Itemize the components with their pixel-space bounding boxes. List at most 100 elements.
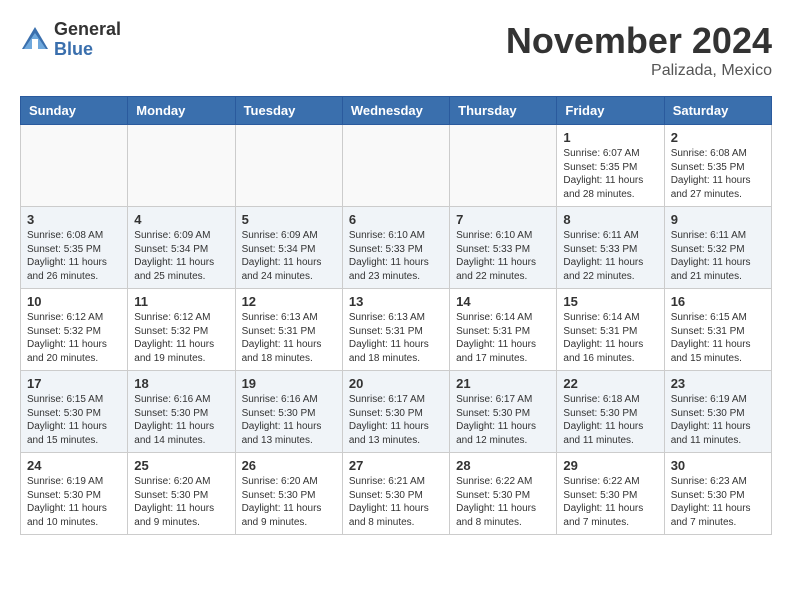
calendar-day-cell: 9 Sunrise: 6:11 AMSunset: 5:32 PMDaylight… (664, 207, 771, 289)
day-info: Sunrise: 6:10 AMSunset: 5:33 PMDaylight:… (349, 229, 443, 283)
day-info: Sunrise: 6:17 AMSunset: 5:30 PMDaylight:… (456, 393, 550, 447)
day-info: Sunrise: 6:19 AMSunset: 5:30 PMDaylight:… (27, 475, 121, 529)
day-info: Sunrise: 6:11 AMSunset: 5:32 PMDaylight:… (671, 229, 765, 283)
calendar-day-cell: 6 Sunrise: 6:10 AMSunset: 5:33 PMDaylight… (342, 207, 449, 289)
day-number: 4 (134, 212, 228, 227)
weekday-header-monday: Monday (128, 97, 235, 125)
day-info: Sunrise: 6:12 AMSunset: 5:32 PMDaylight:… (134, 311, 228, 365)
day-number: 17 (27, 376, 121, 391)
logo-general: General (54, 20, 121, 40)
calendar-day-cell: 5 Sunrise: 6:09 AMSunset: 5:34 PMDaylight… (235, 207, 342, 289)
day-number: 15 (563, 294, 657, 309)
day-number: 23 (671, 376, 765, 391)
calendar-day-cell: 16 Sunrise: 6:15 AMSunset: 5:31 PMDayligh… (664, 289, 771, 371)
calendar-day-cell (21, 125, 128, 207)
calendar-day-cell (235, 125, 342, 207)
calendar-week-row: 1 Sunrise: 6:07 AMSunset: 5:35 PMDaylight… (21, 125, 772, 207)
calendar-day-cell: 23 Sunrise: 6:19 AMSunset: 5:30 PMDayligh… (664, 371, 771, 453)
day-number: 12 (242, 294, 336, 309)
calendar-day-cell: 17 Sunrise: 6:15 AMSunset: 5:30 PMDayligh… (21, 371, 128, 453)
weekday-header-friday: Friday (557, 97, 664, 125)
calendar-day-cell: 15 Sunrise: 6:14 AMSunset: 5:31 PMDayligh… (557, 289, 664, 371)
day-number: 6 (349, 212, 443, 227)
day-info: Sunrise: 6:16 AMSunset: 5:30 PMDaylight:… (134, 393, 228, 447)
calendar-table: SundayMondayTuesdayWednesdayThursdayFrid… (20, 96, 772, 535)
day-info: Sunrise: 6:18 AMSunset: 5:30 PMDaylight:… (563, 393, 657, 447)
day-info: Sunrise: 6:09 AMSunset: 5:34 PMDaylight:… (242, 229, 336, 283)
logo: General Blue (20, 20, 121, 60)
calendar-day-cell: 19 Sunrise: 6:16 AMSunset: 5:30 PMDayligh… (235, 371, 342, 453)
day-info: Sunrise: 6:23 AMSunset: 5:30 PMDaylight:… (671, 475, 765, 529)
day-info: Sunrise: 6:16 AMSunset: 5:30 PMDaylight:… (242, 393, 336, 447)
day-info: Sunrise: 6:12 AMSunset: 5:32 PMDaylight:… (27, 311, 121, 365)
title-block: November 2024 Palizada, Mexico (506, 20, 772, 80)
day-info: Sunrise: 6:17 AMSunset: 5:30 PMDaylight:… (349, 393, 443, 447)
calendar-day-cell: 18 Sunrise: 6:16 AMSunset: 5:30 PMDayligh… (128, 371, 235, 453)
calendar-day-cell: 22 Sunrise: 6:18 AMSunset: 5:30 PMDayligh… (557, 371, 664, 453)
calendar-day-cell (342, 125, 449, 207)
day-info: Sunrise: 6:15 AMSunset: 5:31 PMDaylight:… (671, 311, 765, 365)
calendar-day-cell: 26 Sunrise: 6:20 AMSunset: 5:30 PMDayligh… (235, 453, 342, 535)
day-info: Sunrise: 6:08 AMSunset: 5:35 PMDaylight:… (27, 229, 121, 283)
day-number: 24 (27, 458, 121, 473)
weekday-header-row: SundayMondayTuesdayWednesdayThursdayFrid… (21, 97, 772, 125)
day-number: 7 (456, 212, 550, 227)
day-info: Sunrise: 6:13 AMSunset: 5:31 PMDaylight:… (242, 311, 336, 365)
day-number: 8 (563, 212, 657, 227)
day-number: 11 (134, 294, 228, 309)
calendar-day-cell: 28 Sunrise: 6:22 AMSunset: 5:30 PMDayligh… (450, 453, 557, 535)
day-info: Sunrise: 6:15 AMSunset: 5:30 PMDaylight:… (27, 393, 121, 447)
day-number: 5 (242, 212, 336, 227)
day-number: 16 (671, 294, 765, 309)
day-number: 2 (671, 130, 765, 145)
day-number: 30 (671, 458, 765, 473)
calendar-day-cell (128, 125, 235, 207)
day-number: 3 (27, 212, 121, 227)
calendar-day-cell: 25Sunrise: 6:20 AMSunset: 5:30 PMDayligh… (128, 453, 235, 535)
calendar-day-cell: 2 Sunrise: 6:08 AMSunset: 5:35 PMDaylight… (664, 125, 771, 207)
logo-icon (20, 25, 50, 55)
day-number: 21 (456, 376, 550, 391)
day-info: Sunrise: 6:22 AMSunset: 5:30 PMDaylight:… (563, 475, 657, 529)
calendar-day-cell: 29 Sunrise: 6:22 AMSunset: 5:30 PMDayligh… (557, 453, 664, 535)
day-number: 9 (671, 212, 765, 227)
day-info: Sunrise: 6:09 AMSunset: 5:34 PMDaylight:… (134, 229, 228, 283)
day-info: Sunrise: 6:14 AMSunset: 5:31 PMDaylight:… (563, 311, 657, 365)
day-info: Sunrise: 6:07 AMSunset: 5:35 PMDaylight:… (563, 147, 657, 201)
logo-blue: Blue (54, 40, 121, 60)
day-number: 27 (349, 458, 443, 473)
calendar-week-row: 10 Sunrise: 6:12 AMSunset: 5:32 PMDayligh… (21, 289, 772, 371)
weekday-header-tuesday: Tuesday (235, 97, 342, 125)
day-number: 19 (242, 376, 336, 391)
calendar-day-cell: 20Sunrise: 6:17 AMSunset: 5:30 PMDayligh… (342, 371, 449, 453)
calendar-day-cell (450, 125, 557, 207)
day-info: Sunrise: 6:20 AMSunset: 5:30 PMDaylight:… (242, 475, 336, 529)
day-number: 13 (349, 294, 443, 309)
day-info: Sunrise: 6:08 AMSunset: 5:35 PMDaylight:… (671, 147, 765, 201)
calendar-day-cell: 27 Sunrise: 6:21 AMSunset: 5:30 PMDayligh… (342, 453, 449, 535)
day-info: Sunrise: 6:21 AMSunset: 5:30 PMDaylight:… (349, 475, 443, 529)
calendar-week-row: 17 Sunrise: 6:15 AMSunset: 5:30 PMDayligh… (21, 371, 772, 453)
day-info: Sunrise: 6:22 AMSunset: 5:30 PMDaylight:… (456, 475, 550, 529)
day-number: 22 (563, 376, 657, 391)
day-number: 29 (563, 458, 657, 473)
page-header: General Blue November 2024 Palizada, Mex… (20, 20, 772, 80)
calendar-week-row: 24 Sunrise: 6:19 AMSunset: 5:30 PMDayligh… (21, 453, 772, 535)
day-number: 10 (27, 294, 121, 309)
day-number: 1 (563, 130, 657, 145)
logo-text: General Blue (54, 20, 121, 60)
location: Palizada, Mexico (506, 62, 772, 80)
calendar-day-cell: 1 Sunrise: 6:07 AMSunset: 5:35 PMDaylight… (557, 125, 664, 207)
month-title: November 2024 (506, 20, 772, 62)
day-number: 18 (134, 376, 228, 391)
day-number: 26 (242, 458, 336, 473)
day-info: Sunrise: 6:11 AMSunset: 5:33 PMDaylight:… (563, 229, 657, 283)
calendar-day-cell: 8 Sunrise: 6:11 AMSunset: 5:33 PMDaylight… (557, 207, 664, 289)
day-number: 28 (456, 458, 550, 473)
calendar-day-cell: 12 Sunrise: 6:13 AMSunset: 5:31 PMDayligh… (235, 289, 342, 371)
calendar-day-cell: 10 Sunrise: 6:12 AMSunset: 5:32 PMDayligh… (21, 289, 128, 371)
day-info: Sunrise: 6:19 AMSunset: 5:30 PMDaylight:… (671, 393, 765, 447)
day-number: 25 (134, 458, 228, 473)
day-info: Sunrise: 6:10 AMSunset: 5:33 PMDaylight:… (456, 229, 550, 283)
weekday-header-saturday: Saturday (664, 97, 771, 125)
